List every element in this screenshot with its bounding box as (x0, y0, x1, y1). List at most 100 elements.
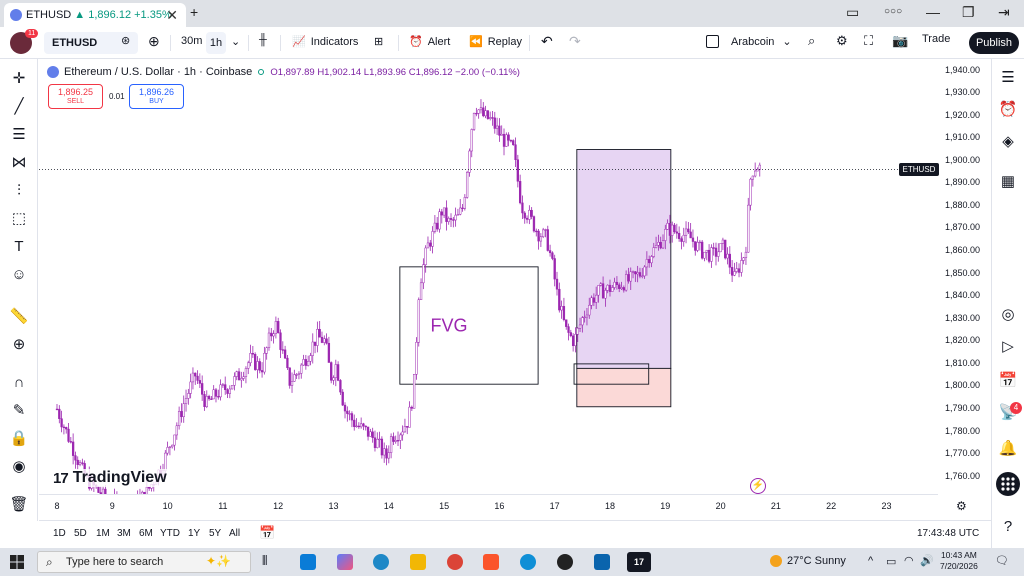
new-tab-button[interactable]: + (190, 4, 198, 20)
shapes-icon[interactable]: ⬚ (9, 209, 29, 229)
price-chart[interactable]: FVG (39, 60, 938, 494)
task-view-icon[interactable]: ⫴ (262, 553, 278, 569)
text-icon[interactable]: T (9, 237, 29, 257)
more-icon[interactable]: ○○○ (884, 6, 902, 17)
minimize-icon[interactable]: — (926, 4, 940, 20)
close-tab-icon[interactable]: ✕ (166, 7, 178, 24)
candle-body (201, 383, 204, 395)
quick-search-icon[interactable]: ⌕ (808, 33, 815, 49)
edge-browser-icon[interactable] (520, 554, 536, 570)
fib-retracement-icon[interactable]: ☰ (9, 125, 29, 145)
range-1y[interactable]: 1Y (188, 528, 200, 539)
trend-line-icon[interactable]: ╱ (9, 97, 29, 117)
windows-start-icon[interactable] (10, 555, 24, 569)
patterns-icon[interactable]: ⋈ (9, 153, 29, 173)
magnet-icon[interactable]: ∩ (9, 373, 29, 393)
ruler-icon[interactable]: 📏 (9, 307, 29, 327)
display-icon[interactable]: ▭ (846, 4, 859, 21)
long-position-profit-zone[interactable] (576, 149, 672, 369)
utc-clock[interactable]: 17:43:48 UTC (917, 528, 979, 539)
candle-body (622, 287, 625, 291)
emoji-icon[interactable]: ☺ (9, 265, 29, 285)
settings-icon[interactable]: ⚙ (836, 33, 848, 49)
alert-button[interactable]: ⏰ Alert (409, 35, 450, 49)
compare-icon[interactable]: ⊛ (121, 34, 130, 47)
chrome-icon[interactable] (447, 554, 463, 570)
store-icon[interactable] (300, 554, 316, 570)
taskbar-search-input[interactable]: ⌕ Type here to search ✦✨ (37, 551, 251, 573)
candle-body (67, 428, 70, 442)
add-symbol-icon[interactable]: ⊕ (148, 33, 160, 50)
tradingview-app-icon[interactable]: 17 (627, 552, 651, 572)
candle-body (701, 241, 704, 259)
range-5y[interactable]: 5Y (209, 528, 221, 539)
file-explorer-icon[interactable] (410, 554, 426, 570)
browser-tab[interactable]: ETHUSD ▲ 1,896.12 +1.35% ✕ (4, 3, 186, 27)
candle-body (707, 249, 711, 262)
candle-body (419, 282, 423, 301)
range-all[interactable]: All (229, 528, 240, 539)
weather-widget[interactable]: 27°C Sunny (770, 555, 846, 567)
axis-settings-icon[interactable]: ⚙ (956, 499, 967, 513)
fullscreen-icon[interactable]: ⛶ (864, 33, 873, 49)
range-5d[interactable]: 5D (74, 528, 87, 539)
github-icon[interactable] (557, 554, 573, 570)
notification-center-icon[interactable]: 🗨 (995, 554, 1009, 567)
zoom-in-icon[interactable]: ⊕ (9, 335, 29, 355)
long-position-stop-zone[interactable] (576, 367, 672, 408)
layout-selector[interactable]: Arabcoin ⌄ (706, 35, 792, 48)
time-axis[interactable]: 8 9 10 11 12 13 14 15 16 17 18 19 20 21 22 23 (39, 494, 938, 516)
notifications-icon[interactable]: 🔔 (998, 439, 1018, 459)
layers-icon[interactable]: ◈ (998, 132, 1018, 152)
tray-clock[interactable]: 10:43 AM 7/20/2026 (940, 550, 978, 572)
replay-button[interactable]: ⏪ Replay (469, 35, 522, 49)
range-6m[interactable]: 6M (139, 528, 153, 539)
camera-icon[interactable]: 📷 (892, 33, 908, 49)
range-1d[interactable]: 1D (53, 528, 66, 539)
tray-chevron-up-icon[interactable]: ^ (868, 555, 873, 567)
ideas-icon[interactable]: ▷ (998, 337, 1018, 357)
help-icon[interactable]: ? (998, 517, 1018, 537)
timeframe-dropdown-icon[interactable]: ⌄ (231, 35, 240, 48)
publish-button[interactable]: Publish (969, 32, 1019, 54)
timeframe-1h[interactable]: 1h (206, 32, 226, 54)
copilot-icon[interactable] (337, 554, 353, 570)
undo-icon[interactable]: ↶ (541, 33, 553, 50)
exit-icon[interactable]: ⇥ (998, 4, 1010, 21)
apps-grid-icon[interactable] (996, 472, 1020, 496)
candle-body (500, 133, 503, 136)
brave-icon[interactable] (483, 554, 499, 570)
range-1m[interactable]: 1M (96, 528, 110, 539)
range-3m[interactable]: 3M (117, 528, 131, 539)
redo-icon[interactable]: ↷ (569, 33, 581, 50)
trash-icon[interactable]: 🗑 (9, 495, 29, 515)
prediction-icon[interactable]: ⫶ (9, 181, 29, 201)
lock-icon[interactable]: 🔒 (9, 429, 29, 449)
network-icon[interactable]: ▭ (886, 555, 896, 568)
alerts-clock-icon[interactable]: ⏰ (998, 100, 1018, 120)
volume-icon[interactable]: 🔊 (920, 554, 934, 567)
crosshair-icon[interactable]: ✛ (9, 69, 29, 89)
edge-icon[interactable] (373, 554, 389, 570)
timeframe-30m[interactable]: 30m (181, 35, 202, 47)
range-ytd[interactable]: YTD (160, 528, 180, 539)
target-icon[interactable]: ◎ (998, 305, 1018, 325)
goto-date-icon[interactable]: 📅 (259, 525, 275, 541)
candles-type-icon[interactable]: ╫ (259, 34, 267, 46)
layouts-icon[interactable]: ⊞ (374, 35, 383, 48)
eye-icon[interactable]: ◉ (9, 457, 29, 477)
calendar-icon[interactable]: 📅 (998, 371, 1018, 391)
candle-body (654, 245, 658, 248)
stay-in-drawing-mode-icon[interactable]: ✎ (9, 401, 29, 421)
sell-button[interactable]: 1,896.25 SELL (48, 84, 103, 109)
object-tree-icon[interactable]: ▦ (998, 172, 1018, 192)
indicators-button[interactable]: 📈 Indicators (292, 35, 358, 49)
trade-button[interactable]: Trade (922, 33, 950, 45)
watchlist-icon[interactable]: ☰ (998, 68, 1018, 88)
price-axis[interactable]: 1,940.00 1,930.00 1,920.00 1,910.00 1,900.00… (939, 60, 991, 494)
wifi-icon[interactable]: ◠ (904, 554, 914, 567)
lightning-event-icon[interactable]: ⚡ (750, 478, 766, 494)
buy-button[interactable]: 1,896.26 BUY (129, 84, 184, 109)
restore-icon[interactable]: ❐ (962, 4, 975, 21)
outlook-icon[interactable] (594, 554, 610, 570)
